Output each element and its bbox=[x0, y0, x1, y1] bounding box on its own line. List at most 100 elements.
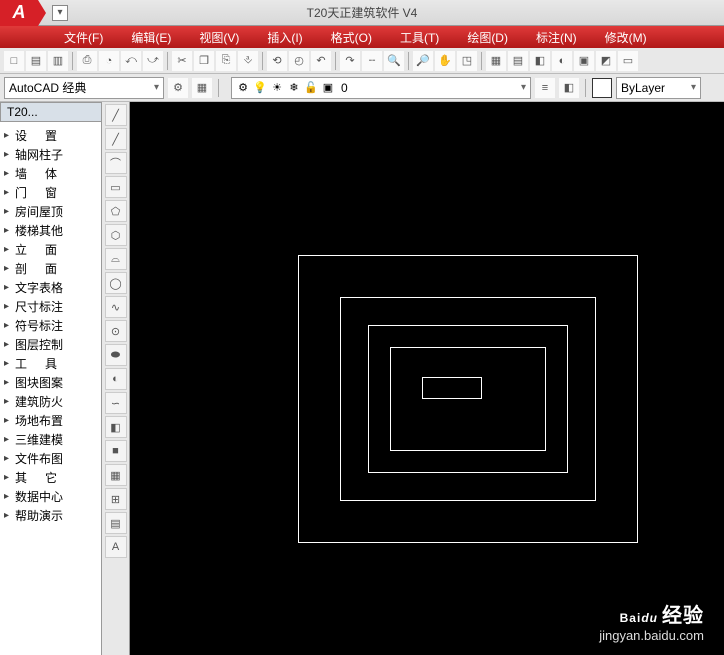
tree-item-label: 立面 bbox=[15, 241, 75, 258]
side-panel-title[interactable]: T20... bbox=[0, 102, 102, 122]
tree-item[interactable]: 设置 bbox=[4, 126, 97, 145]
draw-tool-icon[interactable]: ▤ bbox=[105, 512, 127, 534]
menu-item[interactable]: 工具(T) bbox=[386, 29, 453, 46]
toolbar-icon[interactable]: ◔ bbox=[99, 51, 119, 71]
toolbar-icon[interactable]: ◐ bbox=[552, 51, 572, 71]
draw-tool-icon[interactable]: ◧ bbox=[105, 416, 127, 438]
tree-item[interactable]: 工具 bbox=[4, 354, 97, 373]
tree-item[interactable]: 文件布图 bbox=[4, 449, 97, 468]
toolbar-icon[interactable]: ↶ bbox=[311, 51, 331, 71]
tree-item[interactable]: 图块图案 bbox=[4, 373, 97, 392]
tree-item[interactable]: 建筑防火 bbox=[4, 392, 97, 411]
toolbar-icon[interactable]: ⤺ bbox=[121, 51, 141, 71]
layer-state-icon[interactable]: 🔓 bbox=[304, 81, 318, 95]
draw-toolbar: ╱╱⌒▭⬠⬡⌓◯∿⊙⬬◐∽◧■▦⊞▤A bbox=[102, 102, 130, 655]
toolbar-icon[interactable]: ◴ bbox=[289, 51, 309, 71]
qat-icon[interactable]: ▾ bbox=[52, 5, 68, 21]
toolbar-icon[interactable]: ↷ bbox=[340, 51, 360, 71]
draw-tool-icon[interactable]: ⊞ bbox=[105, 488, 127, 510]
ws-grid-icon[interactable]: ▦ bbox=[192, 78, 212, 98]
tree-item[interactable]: 图层控制 bbox=[4, 335, 97, 354]
toolbar-icon[interactable]: ⎘ bbox=[216, 51, 236, 71]
layer-state-icon[interactable]: ⚙ bbox=[236, 81, 250, 95]
workspace-combo[interactable]: AutoCAD 经典 bbox=[4, 77, 164, 99]
tree-item[interactable]: 门窗 bbox=[4, 183, 97, 202]
color-swatch-icon[interactable] bbox=[592, 78, 612, 98]
toolbar-icon[interactable]: ⟲ bbox=[267, 51, 287, 71]
draw-tool-icon[interactable]: ⊙ bbox=[105, 320, 127, 342]
draw-tool-icon[interactable]: ⬠ bbox=[105, 200, 127, 222]
tree-item[interactable]: 文字表格 bbox=[4, 278, 97, 297]
toolbar-icon[interactable]: ▭ bbox=[618, 51, 638, 71]
menu-item[interactable]: 视图(V) bbox=[185, 29, 253, 46]
toolbar-icon[interactable]: ⎀ bbox=[238, 51, 258, 71]
menu-item[interactable]: 插入(I) bbox=[253, 29, 316, 46]
toolbar-icon[interactable]: ╌ bbox=[362, 51, 382, 71]
ws-settings-icon[interactable]: ⚙ bbox=[168, 78, 188, 98]
draw-tool-icon[interactable]: ◯ bbox=[105, 272, 127, 294]
draw-tool-icon[interactable]: ╱ bbox=[105, 128, 127, 150]
toolbar-icon[interactable]: ✂ bbox=[172, 51, 192, 71]
tree-item-label: 场地布置 bbox=[15, 412, 63, 429]
draw-tool-icon[interactable]: ⬬ bbox=[105, 344, 127, 366]
layer-state-icon[interactable]: 💡 bbox=[253, 81, 267, 95]
draw-tool-icon[interactable]: A bbox=[105, 536, 127, 558]
draw-tool-icon[interactable]: ■ bbox=[105, 440, 127, 462]
toolbar-icon[interactable]: ▦ bbox=[486, 51, 506, 71]
draw-tool-icon[interactable]: ╱ bbox=[105, 104, 127, 126]
tree-item[interactable]: 楼梯其他 bbox=[4, 221, 97, 240]
toolbar-icon[interactable]: 🔍 bbox=[384, 51, 404, 71]
toolbar-icon[interactable]: ▥ bbox=[48, 51, 68, 71]
draw-tool-icon[interactable]: ◐ bbox=[105, 368, 127, 390]
layer-combo[interactable]: ⚙💡☀❄🔓▣ 0 bbox=[231, 77, 531, 99]
draw-tool-icon[interactable]: ▭ bbox=[105, 176, 127, 198]
toolbar-icon[interactable]: ▣ bbox=[574, 51, 594, 71]
tree-item[interactable]: 轴网柱子 bbox=[4, 145, 97, 164]
window-title: T20天正建筑软件 V4 bbox=[307, 4, 418, 21]
toolbar-icon[interactable]: □ bbox=[4, 51, 24, 71]
menu-item[interactable]: 格式(O) bbox=[317, 29, 386, 46]
draw-tool-icon[interactable]: ⌓ bbox=[105, 248, 127, 270]
toolbar-icon[interactable]: ▤ bbox=[26, 51, 46, 71]
tree-item[interactable]: 帮助演示 bbox=[4, 506, 97, 525]
tree-item[interactable]: 立面 bbox=[4, 240, 97, 259]
draw-tool-icon[interactable]: ∿ bbox=[105, 296, 127, 318]
toolbar-icon[interactable]: ✋ bbox=[435, 51, 455, 71]
toolbar-icon[interactable]: ❐ bbox=[194, 51, 214, 71]
layer-state-icon[interactable]: ❄ bbox=[287, 81, 301, 95]
tree-item-label: 房间屋顶 bbox=[15, 203, 63, 220]
toolbar-icon[interactable]: ⎙ bbox=[77, 51, 97, 71]
tree-item[interactable]: 剖面 bbox=[4, 259, 97, 278]
drawing-canvas[interactable]: Baidu经验 jingyan.baidu.com bbox=[130, 102, 724, 655]
draw-tool-icon[interactable]: ∽ bbox=[105, 392, 127, 414]
tree-item[interactable]: 三维建模 bbox=[4, 430, 97, 449]
draw-tool-icon[interactable]: ⬡ bbox=[105, 224, 127, 246]
app-logo[interactable]: A bbox=[0, 0, 38, 26]
color-combo[interactable]: ByLayer bbox=[616, 77, 701, 99]
layer-iso-icon[interactable]: ◧ bbox=[559, 78, 579, 98]
layer-state-icon[interactable]: ☀ bbox=[270, 81, 284, 95]
draw-tool-icon[interactable]: ⌒ bbox=[105, 152, 127, 174]
layer-state-icon[interactable]: ▣ bbox=[321, 81, 335, 95]
toolbar-icon[interactable]: ◳ bbox=[457, 51, 477, 71]
toolbar-icon[interactable]: 🔎 bbox=[413, 51, 433, 71]
toolbar-icon[interactable]: ◩ bbox=[596, 51, 616, 71]
layer-states-icon[interactable]: ≡ bbox=[535, 78, 555, 98]
toolbar-icon[interactable]: ⤻ bbox=[143, 51, 163, 71]
toolbar-icon[interactable]: ◧ bbox=[530, 51, 550, 71]
tree-item[interactable]: 数据中心 bbox=[4, 487, 97, 506]
menu-item[interactable]: 绘图(D) bbox=[453, 29, 522, 46]
draw-tool-icon[interactable]: ▦ bbox=[105, 464, 127, 486]
tree-item[interactable]: 其它 bbox=[4, 468, 97, 487]
menu-item[interactable]: 标注(N) bbox=[522, 29, 591, 46]
menu-item[interactable]: 编辑(E) bbox=[117, 29, 185, 46]
tree-item[interactable]: 尺寸标注 bbox=[4, 297, 97, 316]
tree-item-label: 设置 bbox=[15, 127, 75, 144]
tree-item[interactable]: 场地布置 bbox=[4, 411, 97, 430]
menu-item[interactable]: 文件(F) bbox=[50, 29, 117, 46]
toolbar-icon[interactable]: ▤ bbox=[508, 51, 528, 71]
tree-item[interactable]: 墙体 bbox=[4, 164, 97, 183]
menu-item[interactable]: 修改(M) bbox=[591, 29, 661, 46]
tree-item[interactable]: 房间屋顶 bbox=[4, 202, 97, 221]
tree-item[interactable]: 符号标注 bbox=[4, 316, 97, 335]
